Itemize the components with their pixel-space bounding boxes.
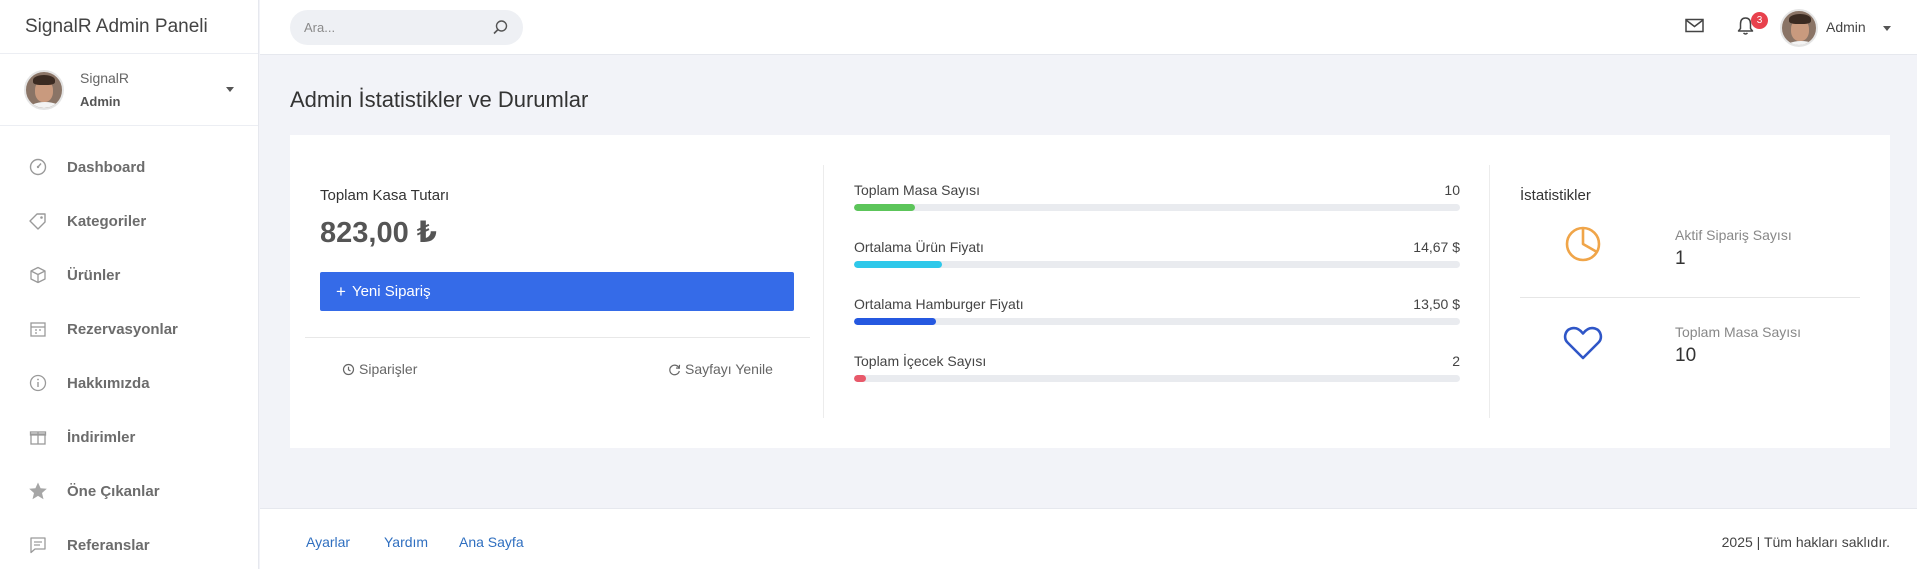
top-navbar: 3 Admin — [260, 0, 1917, 55]
footer-link-ana-sayfa[interactable]: Ana Sayfa — [459, 534, 524, 550]
progress-label: Ortalama Hamburger Fiyatı — [854, 296, 1024, 312]
sidebar-item-indirimler[interactable]: İndirimler — [0, 410, 258, 464]
header-user-name[interactable]: Admin — [1826, 19, 1866, 35]
progress-fill — [854, 261, 942, 268]
sidebar-item-label: Kategoriler — [67, 212, 147, 230]
plus-icon: + — [336, 281, 346, 301]
refresh-icon — [669, 364, 681, 375]
progress-value: 13,50 $ — [1413, 296, 1460, 312]
statistics-title: İstatistikler — [1520, 187, 1591, 204]
progress-fill — [854, 204, 915, 211]
user-role: Admin — [80, 94, 121, 109]
sidebar-item-one-cikanlar[interactable]: Öne Çıkanlar — [0, 464, 258, 518]
box-icon — [27, 264, 49, 286]
brand-title[interactable]: SignalR Admin Paneli — [0, 0, 258, 54]
sidebar-item-label: Referanslar — [67, 536, 150, 554]
calendar-icon — [27, 318, 49, 340]
progress-bar — [854, 204, 1460, 211]
progress-label: Toplam İçecek Sayısı — [854, 353, 987, 369]
refresh-link[interactable]: Sayfayı Yenile — [668, 361, 773, 377]
progress-bar — [854, 318, 1460, 325]
comment-icon — [27, 534, 49, 556]
avatar — [24, 69, 64, 110]
new-order-label: Yeni Sipariş — [351, 283, 431, 300]
sidebar-item-kategoriler[interactable]: Kategoriler — [0, 194, 258, 248]
sidebar-item-label: Rezervasyonlar — [67, 320, 178, 338]
footer-link-ayarlar[interactable]: Ayarlar — [306, 534, 350, 550]
stat-value: 10 — [1675, 345, 1697, 366]
notification-badge: 3 — [1751, 12, 1768, 29]
stat-label: Toplam Masa Sayısı — [1675, 324, 1802, 340]
sidebar-item-hakkimizda[interactable]: Hakkımızda — [0, 356, 258, 410]
sidebar: SignalR Admin Paneli SignalR Admin Dashb… — [0, 0, 259, 569]
sidebar-item-dashboard[interactable]: Dashboard — [0, 140, 258, 194]
tag-icon — [27, 210, 49, 232]
progress-value: 10 — [1444, 182, 1460, 198]
divider — [305, 337, 810, 338]
progress-bar — [854, 261, 1460, 268]
history-icon — [342, 363, 355, 375]
footer: Ayarlar Yardım Ana Sayfa 2025 | Tüm hakl… — [260, 508, 1917, 569]
divider — [1520, 297, 1860, 298]
progress-fill — [854, 375, 867, 382]
chevron-down-icon[interactable] — [226, 87, 234, 92]
divider — [1489, 165, 1490, 418]
sidebar-item-label: Hakkımızda — [67, 374, 150, 392]
copyright-text: 2025 | Tüm hakları saklıdır. — [1721, 534, 1890, 550]
sidebar-item-label: İndirimler — [67, 428, 136, 446]
search-input[interactable] — [304, 20, 484, 35]
sidebar-item-rezervasyonlar[interactable]: Rezervasyonlar — [0, 302, 258, 356]
stats-card: Toplam Kasa Tutarı 823,00 ₺ + Yeni Sipar… — [290, 135, 1890, 448]
orders-link-label: Siparişler — [359, 361, 418, 377]
search-box — [290, 10, 523, 45]
progress-value: 2 — [1452, 353, 1460, 369]
orders-link[interactable]: Siparişler — [342, 361, 417, 377]
sidebar-user-profile[interactable]: SignalR Admin — [0, 54, 258, 126]
gauge-icon — [27, 156, 49, 178]
sidebar-item-label: Ürünler — [67, 266, 121, 284]
pie-chart-icon — [1564, 225, 1602, 268]
star-icon — [27, 480, 49, 502]
footer-link-yardim[interactable]: Yardım — [384, 534, 428, 550]
sidebar-nav: Dashboard Kategoriler Ürünler Rezervasyo… — [0, 126, 258, 569]
avatar[interactable] — [1780, 9, 1818, 47]
info-icon — [27, 372, 49, 394]
sidebar-item-urunler[interactable]: Ürünler — [0, 248, 258, 302]
search-icon[interactable] — [492, 19, 509, 41]
kasa-label: Toplam Kasa Tutarı — [320, 187, 450, 204]
progress-label: Ortalama Ürün Fiyatı — [854, 239, 984, 255]
progress-label: Toplam Masa Sayısı — [854, 182, 981, 198]
progress-bar — [854, 375, 1460, 382]
kasa-panel: Toplam Kasa Tutarı 823,00 ₺ + Yeni Sipar… — [305, 135, 810, 448]
user-name: SignalR — [80, 70, 130, 86]
divider — [823, 165, 824, 418]
refresh-link-label: Sayfayı Yenile — [685, 361, 773, 377]
stat-label: Aktif Sipariş Sayısı — [1675, 227, 1792, 243]
sidebar-item-label: Dashboard — [67, 158, 146, 176]
chevron-down-icon[interactable] — [1883, 26, 1891, 31]
sidebar-item-label: Öne Çıkanlar — [67, 482, 160, 500]
kasa-value: 823,00 ₺ — [320, 217, 437, 249]
mail-icon[interactable] — [1685, 18, 1704, 38]
sidebar-item-referanslar[interactable]: Referanslar — [0, 518, 258, 569]
page-title: Admin İstatistikler ve Durumlar — [290, 87, 589, 112]
progress-fill — [854, 318, 936, 325]
stat-value: 1 — [1675, 248, 1686, 269]
progress-value: 14,67 $ — [1413, 239, 1460, 255]
gift-icon — [27, 426, 49, 448]
new-order-button[interactable]: + Yeni Sipariş — [320, 272, 794, 311]
heart-icon — [1563, 325, 1603, 366]
